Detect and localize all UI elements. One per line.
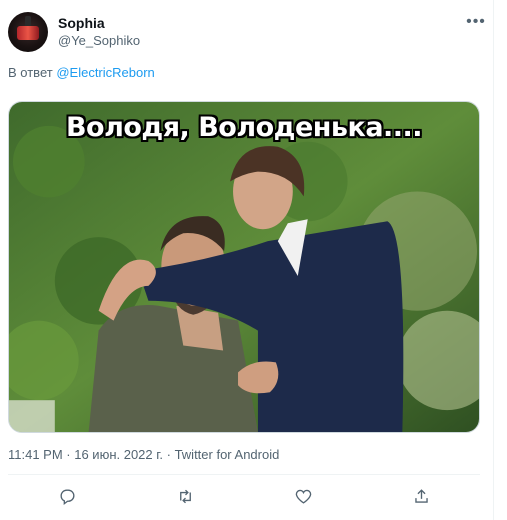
tweet-timestamp[interactable]: 11:41 PM · 16 июн. 2022 г. · Twitter for… bbox=[8, 446, 279, 464]
avatar[interactable] bbox=[8, 12, 48, 52]
more-icon[interactable]: ••• bbox=[464, 10, 488, 34]
reply-icon bbox=[59, 488, 74, 505]
author-handle[interactable]: @Ye_Sophiko bbox=[58, 32, 140, 50]
reply-context: В ответ @ElectricReborn bbox=[8, 64, 155, 82]
tweet-header: Sophia @Ye_Sophiko ••• bbox=[8, 8, 488, 56]
tweet-photo bbox=[9, 102, 479, 432]
timeline-border bbox=[493, 0, 494, 520]
like-icon bbox=[295, 489, 311, 504]
share-button[interactable] bbox=[403, 478, 439, 514]
tweet-image[interactable]: Володя, Володенька.... bbox=[8, 101, 480, 433]
retweet-icon bbox=[179, 489, 191, 503]
retweet-button[interactable] bbox=[167, 478, 203, 514]
share-icon bbox=[414, 488, 428, 503]
author-name[interactable]: Sophia bbox=[58, 14, 105, 32]
reply-button[interactable] bbox=[49, 478, 85, 514]
divider bbox=[8, 474, 480, 475]
reply-prefix: В ответ bbox=[8, 65, 53, 80]
image-caption: Володя, Володенька.... bbox=[65, 112, 423, 143]
reply-mention-link[interactable]: @ElectricReborn bbox=[56, 65, 154, 80]
action-bar bbox=[8, 478, 480, 514]
like-button[interactable] bbox=[285, 478, 321, 514]
